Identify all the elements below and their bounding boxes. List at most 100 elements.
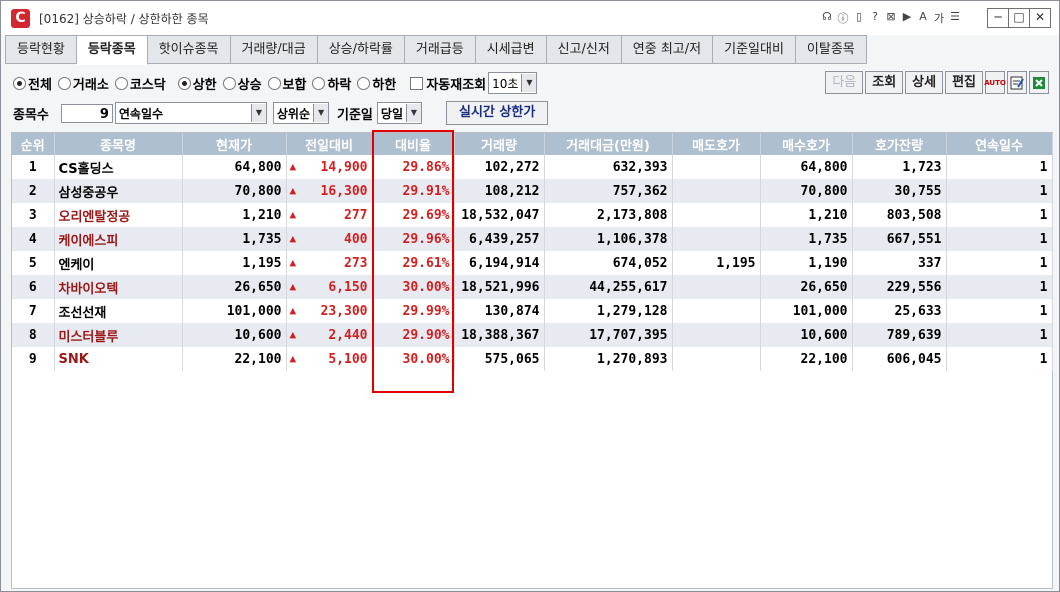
checkbox-box — [410, 76, 424, 90]
empty-row — [12, 419, 1052, 443]
link-icon[interactable]: ⊠ — [885, 10, 897, 26]
query-button[interactable]: 조회 — [865, 71, 904, 94]
table-row[interactable]: 3 오리엔탈정공 1,210 ▲ 277 29.69% 18,532,047 2,173,80… — [12, 203, 1053, 227]
auto-query-checkbox[interactable]: 자동재조회 — [410, 74, 486, 93]
table-row[interactable]: 7 조선선재 101,000 ▲ 23,300 29.99% 130,874 1,279,12… — [12, 299, 1053, 323]
tab-stocks[interactable]: 등락종목 — [76, 35, 148, 65]
info-icon[interactable]: ⓘ — [837, 10, 849, 26]
table-row[interactable]: 2 삼성중공우 70,800 ▲ 16,300 29.91% 108,212 757,362 7… — [12, 179, 1053, 203]
col-volume[interactable]: 거래량 — [454, 133, 545, 155]
diff-value: 277 — [344, 207, 368, 223]
diff-value: 23,300 — [320, 303, 368, 319]
headset-icon[interactable]: ☊ — [821, 10, 833, 26]
cell-diff: ▲ 273 — [286, 251, 373, 275]
cell-rank: 8 — [12, 323, 55, 347]
tab-volume[interactable]: 거래량/대금 — [230, 35, 318, 64]
help-icon[interactable]: ? — [869, 10, 881, 26]
empty-cell — [286, 395, 372, 419]
count-field[interactable]: 9 — [60, 103, 113, 123]
empty-cell — [182, 419, 286, 443]
tab-new-high-low[interactable]: 신고/신저 — [546, 35, 622, 64]
edit-button[interactable]: 편집 — [945, 71, 983, 94]
font-icon[interactable]: A — [917, 10, 929, 26]
tab-hot-issue[interactable]: 핫이슈종목 — [147, 35, 231, 64]
up-arrow-icon: ▲ — [289, 280, 297, 293]
empty-row — [12, 443, 1052, 467]
tab-status[interactable]: 등락현황 — [5, 35, 77, 64]
auto-interval-select[interactable]: 10초 ▼ — [488, 72, 538, 94]
radio-market-kospi[interactable]: 거래소 — [57, 74, 109, 93]
table-row[interactable]: 6 차바이오텍 26,650 ▲ 6,150 30.00% 18,521,996 44,255… — [12, 275, 1053, 299]
excel-icon[interactable] — [1029, 71, 1049, 94]
chevron-down-icon: ▼ — [406, 104, 421, 122]
col-diff[interactable]: 전일대비 — [286, 133, 373, 155]
empty-cell — [372, 467, 454, 491]
radio-fall[interactable]: 하락 — [312, 74, 351, 93]
cell-amount: 674,052 — [544, 251, 673, 275]
radio-rise[interactable]: 상승 — [222, 74, 262, 93]
cell-amount: 1,279,128 — [544, 299, 673, 323]
close-button[interactable]: ✕ — [1029, 9, 1050, 27]
cell-days: 1 — [946, 179, 1053, 203]
cell-name: 미스터블루 — [54, 323, 183, 347]
cell-bid: 64,800 — [760, 155, 853, 179]
hangul-icon[interactable]: 가 — [933, 10, 945, 26]
diff-value: 6,150 — [328, 279, 368, 295]
table-row[interactable]: 4 케이에스피 1,735 ▲ 400 29.96% 6,439,257 1,106,378 1… — [12, 227, 1053, 251]
menu-icon[interactable]: ☰ — [949, 10, 961, 26]
count-label: 종목수 — [13, 107, 49, 123]
realtime-upper-limit-button[interactable]: 실시간 상한가 — [446, 101, 549, 125]
minimize-button[interactable]: ─ — [988, 9, 1008, 27]
tab-base-date[interactable]: 기준일대비 — [713, 35, 796, 64]
sort-order-select[interactable]: 상위순 ▼ — [272, 102, 330, 124]
col-remain[interactable]: 호가잔량 — [852, 133, 947, 155]
table-row[interactable]: 9 SNK 22,100 ▲ 5,100 30.00% 575,065 1,270,893 22… — [12, 347, 1053, 371]
col-ask[interactable]: 매도호가 — [672, 133, 761, 155]
col-rank[interactable]: 순위 — [12, 133, 55, 155]
tab-volume-surge[interactable]: 거래급등 — [404, 35, 476, 64]
base-date-select[interactable]: 당일 ▼ — [376, 102, 422, 124]
empty-cell — [544, 395, 672, 419]
cell-name: SNK — [54, 347, 183, 371]
col-name[interactable]: 종목명 — [54, 133, 183, 155]
tab-year-high-low[interactable]: 연중 최고/저 — [621, 35, 714, 64]
cell-amount: 1,106,378 — [544, 227, 673, 251]
sort-field-select[interactable]: 연속일수 ▼ — [114, 102, 267, 124]
col-rate[interactable]: 대비율 — [372, 133, 455, 155]
radio-upper-limit[interactable]: 상한 — [177, 74, 217, 93]
tab-price-change[interactable]: 시세급변 — [475, 35, 547, 64]
table-row[interactable]: 1 CS홀딩스 64,800 ▲ 14,900 29.86% 102,272 632,393 6… — [12, 155, 1053, 179]
empty-cell — [286, 419, 372, 443]
empty-cell — [760, 395, 852, 419]
col-bid[interactable]: 매수호가 — [760, 133, 853, 155]
cell-rate: 29.99% — [372, 299, 455, 323]
col-days[interactable]: 연속일수 — [946, 133, 1053, 155]
empty-row — [12, 467, 1052, 491]
flag-icon[interactable]: ▶ — [901, 10, 913, 26]
cell-price: 64,800 — [182, 155, 287, 179]
empty-cell — [946, 515, 1052, 539]
base-date-label: 기준일 — [337, 107, 373, 123]
radio-flat[interactable]: 보합 — [267, 74, 306, 93]
radio-lower-limit[interactable]: 하한 — [357, 74, 396, 93]
empty-cell — [672, 419, 760, 443]
tab-rate[interactable]: 상승/하락률 — [317, 35, 405, 64]
memo-icon[interactable] — [1007, 71, 1027, 94]
window-title: [0162] 상승하락 / 상한하한 종목 — [39, 12, 209, 26]
maximize-button[interactable]: □ — [1008, 9, 1029, 27]
empty-cell — [54, 395, 182, 419]
col-amount[interactable]: 거래대금(만원) — [544, 133, 673, 155]
chat-icon[interactable]: ▯ — [853, 10, 865, 26]
detail-button[interactable]: 상세 — [905, 71, 944, 94]
cell-amount: 632,393 — [544, 155, 673, 179]
auto-icon[interactable]: AUTO — [984, 71, 1006, 94]
table-row[interactable]: 5 엔케이 1,195 ▲ 273 29.61% 6,194,914 674,052 1,195… — [12, 251, 1053, 275]
next-button[interactable]: 다음 — [825, 71, 864, 94]
radio-market-kosdaq[interactable]: 코스닥 — [114, 74, 166, 93]
table-row[interactable]: 8 미스터블루 10,600 ▲ 2,440 29.90% 18,388,367 17,707… — [12, 323, 1053, 347]
cell-diff: ▲ 5,100 — [286, 347, 373, 371]
tab-deviation[interactable]: 이탈종목 — [795, 35, 867, 64]
col-price[interactable]: 현재가 — [182, 133, 287, 155]
radio-market-all[interactable]: 전체 — [13, 74, 52, 93]
cell-volume: 6,439,257 — [454, 227, 545, 251]
